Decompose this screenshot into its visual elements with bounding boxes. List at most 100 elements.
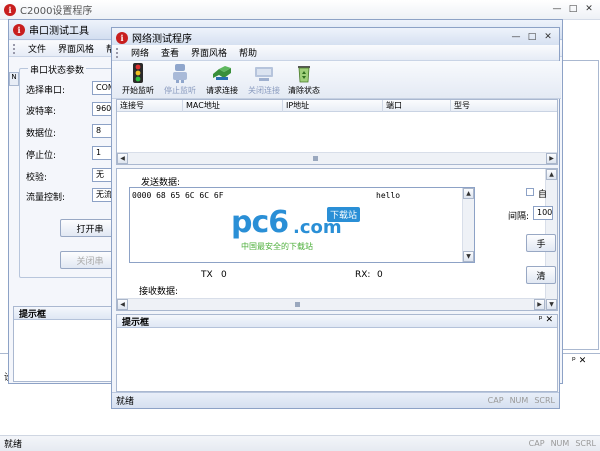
serial-tip-panel: 提示框 xyxy=(13,306,117,382)
table-scroll-right[interactable]: ▶ xyxy=(546,153,557,164)
data-scroll-left[interactable]: ◀ xyxy=(117,299,128,310)
net-menubar: 网络 查看 界面风格 帮助 xyxy=(112,45,559,61)
serial-tip-title: 提示框 xyxy=(19,309,47,320)
data-scroll-down[interactable]: ▼ xyxy=(546,299,557,310)
rx-value: 0 xyxy=(377,270,383,280)
close-connect-label: 关闭连接 xyxy=(248,86,280,95)
connection-table-header: 连接号 MAC地址 IP地址 端口 型号 xyxy=(117,100,557,112)
start-listen-label: 开始监听 xyxy=(122,86,154,95)
menubar-grip xyxy=(13,43,16,54)
serial-app-icon: i xyxy=(13,23,25,36)
net-num-indicator: NUM xyxy=(509,396,529,405)
minimize-button[interactable]: — xyxy=(550,2,564,16)
pc6-watermark: pc6 .com 下载站 中国最安全的下载站 xyxy=(231,205,391,253)
net-scrl-indicator: SCRL xyxy=(534,396,555,405)
traffic-light-icon xyxy=(133,63,143,83)
port-label: 选择串口: xyxy=(26,86,66,96)
menu-network[interactable]: 网络 xyxy=(125,46,155,59)
main-titlebar: i C2000设置程序 — □ ✕ xyxy=(0,0,600,20)
recv-label: 接收数据: xyxy=(139,287,179,297)
net-maximize-button[interactable]: □ xyxy=(525,30,539,44)
net-menubar-grip xyxy=(116,47,119,58)
net-title: 网络测试程序 xyxy=(132,34,192,45)
watermark-tagline: 中国最安全的下载站 xyxy=(241,242,313,251)
send-scroll-up[interactable]: ▲ xyxy=(463,188,474,199)
menu-ui-style[interactable]: 界面风格 xyxy=(52,42,100,55)
net-tip-title: 提示框 xyxy=(122,317,150,328)
stop-listen-button[interactable]: 停止监听 xyxy=(160,61,200,97)
net-tip-panel: 提示框 ᵖ ✕ xyxy=(116,314,558,392)
interval-input[interactable]: 100 xyxy=(533,206,553,220)
main-status-text: 就绪 xyxy=(4,440,23,450)
col-port[interactable]: 端口 xyxy=(383,100,451,112)
col-ip[interactable]: IP地址 xyxy=(283,100,383,112)
main-panel-pin-icon[interactable]: ᵖ ✕ xyxy=(572,356,586,366)
data-scroll-thumb[interactable] xyxy=(295,302,300,307)
close-connect-button[interactable]: 关闭连接 xyxy=(244,61,284,97)
net-statusbar: 就绪 CAP NUM SCRL xyxy=(112,392,559,408)
request-connect-label: 请求连接 xyxy=(206,86,238,95)
stop-listen-label: 停止监听 xyxy=(164,86,196,95)
send-hex-text: 0000 68 65 6C 6C 6F xyxy=(132,191,224,200)
serial-tip-header: 提示框 xyxy=(14,307,116,320)
col-mac[interactable]: MAC地址 xyxy=(183,100,283,112)
cap-indicator: CAP xyxy=(528,439,545,448)
parity-label: 校验: xyxy=(26,173,48,183)
clear-status-button[interactable]: 清除状态 xyxy=(284,61,324,97)
net-close-button[interactable]: ✕ xyxy=(541,30,555,44)
tx-value: 0 xyxy=(221,270,227,280)
send-ascii-text: hello xyxy=(376,191,401,200)
watermark-brand: pc6 xyxy=(231,205,289,240)
net-toolbar: 开始监听 停止监听 请求连接 关闭连接 清除状态 xyxy=(112,61,561,99)
disconnect-icon xyxy=(255,67,273,81)
start-listen-button[interactable]: 开始监听 xyxy=(118,61,158,97)
data-hscroll[interactable]: ◀ ▶ xyxy=(117,298,545,310)
tx-label: TX xyxy=(201,270,213,280)
auto-send-label: 自 xyxy=(538,190,548,200)
net-window-controls: — □ ✕ xyxy=(509,30,555,44)
main-right-workspace xyxy=(557,60,599,350)
send-scroll-down[interactable]: ▼ xyxy=(463,251,474,262)
data-area: 发送数据: 0000 68 65 6C 6C 6F hello ▲ ▼ TX 0… xyxy=(116,168,558,311)
request-connect-button[interactable]: 请求连接 xyxy=(202,61,242,97)
serial-title: 串口测试工具 xyxy=(29,26,89,37)
watermark-badge: 下载站 xyxy=(327,207,361,222)
net-minimize-button[interactable]: — xyxy=(509,30,523,44)
stopbits-label: 停止位: xyxy=(26,151,57,161)
clear-status-label: 清除状态 xyxy=(288,86,320,95)
baud-label: 波特率: xyxy=(26,107,57,117)
main-statusbar: 就绪 CAP NUM SCRL xyxy=(0,435,600,451)
data-scroll-right[interactable]: ▶ xyxy=(534,299,545,310)
robot-icon xyxy=(173,64,187,83)
menu-net-help[interactable]: 帮助 xyxy=(233,46,263,59)
col-model[interactable]: 型号 xyxy=(451,100,557,112)
net-cap-indicator: CAP xyxy=(487,396,504,405)
net-tip-header: 提示框 ᵖ ✕ xyxy=(117,315,557,328)
main-window-controls: — □ ✕ xyxy=(550,2,596,16)
menu-file[interactable]: 文件 xyxy=(22,42,52,55)
col-conn-id[interactable]: 连接号 xyxy=(117,100,183,112)
recycle-bin-icon xyxy=(298,66,310,83)
main-title: C2000设置程序 xyxy=(20,6,93,17)
table-scroll-thumb[interactable] xyxy=(313,156,318,161)
table-hscroll[interactable]: ◀ ▶ xyxy=(117,152,557,164)
serial-params-legend: 串口状态参数 xyxy=(28,63,87,76)
num-indicator: NUM xyxy=(550,439,570,448)
close-button[interactable]: ✕ xyxy=(582,2,596,16)
net-status-text: 就绪 xyxy=(116,397,135,407)
menu-view[interactable]: 查看 xyxy=(155,46,185,59)
flow-label: 流量控制: xyxy=(26,193,66,203)
data-scroll-up[interactable]: ▲ xyxy=(546,169,557,180)
interval-label: 间隔: xyxy=(508,212,530,222)
auto-send-checkbox[interactable] xyxy=(526,188,534,196)
menu-net-ui-style[interactable]: 界面风格 xyxy=(185,46,233,59)
send-vscroll[interactable]: ▲ ▼ xyxy=(462,188,474,262)
net-tip-pin-icon[interactable]: ᵖ ✕ xyxy=(539,315,553,325)
clear-data-button[interactable]: 清 xyxy=(526,266,556,284)
app-icon: i xyxy=(4,3,16,16)
table-scroll-left[interactable]: ◀ xyxy=(117,153,128,164)
net-app-icon: i xyxy=(116,31,128,44)
maximize-button[interactable]: □ xyxy=(566,2,580,16)
manual-send-button[interactable]: 手 xyxy=(526,234,556,252)
serial-left-tab: N xyxy=(9,72,19,86)
